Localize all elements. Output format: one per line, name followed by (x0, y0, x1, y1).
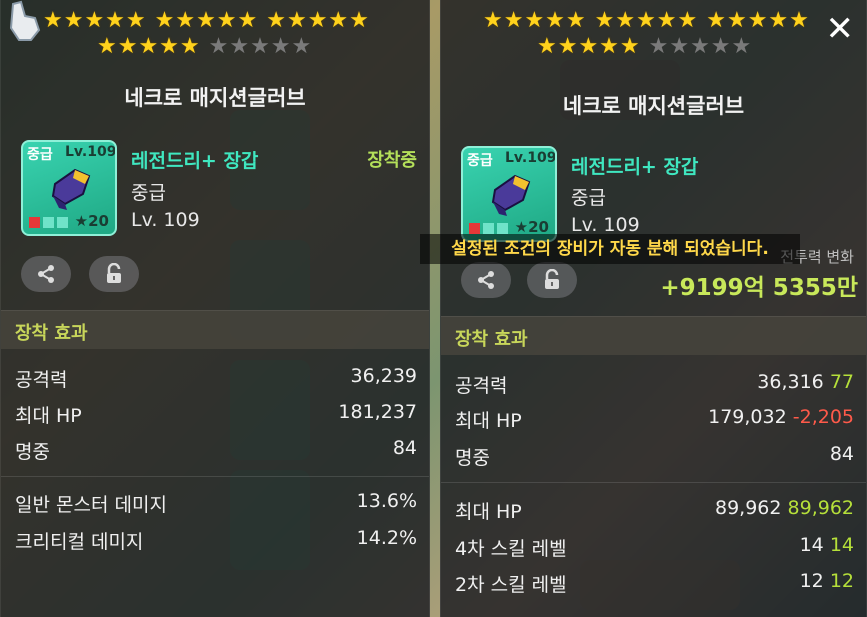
current-item-panel: ★★★★★ ★★★★★ ★★★★★ ★★★★★ ★★★★★ 네크로 매지션글러브… (0, 0, 430, 617)
stat-accuracy: 명중 84 (15, 437, 417, 463)
section-title: 장착 효과 (15, 323, 88, 344)
divider (441, 482, 866, 483)
item-level-tag: Lv.109 (65, 144, 117, 160)
compare-item-panel: ★★★★★ ★★★★★ ★★★★★ ★★★★★ ★★★★★ 네크로 매지션글러브… (440, 0, 867, 617)
section-title: 장착 효과 (455, 329, 528, 350)
divider (1, 476, 429, 477)
star-force-row-2: ★★★★★ ★★★★★ (97, 34, 313, 59)
stat-critical-damage: 크리티컬 데미지 14.2% (15, 527, 417, 553)
item-subgrade: 중급 (571, 187, 606, 209)
stat-2nd-skill-level: 2차 스킬 레벨 12 12 (455, 570, 854, 596)
pointer-hand-icon (5, 0, 45, 50)
unlock-icon (545, 269, 559, 289)
share-icon (38, 265, 54, 283)
stat-accuracy: 명중 84 (455, 443, 854, 469)
potential-indicators (469, 223, 508, 234)
equipped-badge: 장착중 (367, 150, 417, 171)
item-name: 네크로 매지션글러브 (562, 94, 745, 118)
stat-4th-skill-level: 4차 스킬 레벨 14 14 (455, 534, 854, 560)
stat-max-hp: 최대 HP 179,032 -2,205 (455, 406, 854, 432)
item-grade-tag: 중급 (27, 147, 53, 163)
required-level: Lv. 109 (131, 209, 200, 231)
glove-icon (491, 174, 531, 216)
share-button[interactable] (461, 262, 511, 298)
item-grade-tag: 중급 (467, 153, 493, 169)
item-icon[interactable]: 중급 Lv.109 ★20 (461, 146, 557, 242)
equip-effect-header: 장착 효과 (441, 316, 866, 355)
star-force-row-2: ★★★★★ ★★★★★ (537, 34, 753, 59)
item-name: 네크로 매지션글러브 (124, 86, 306, 110)
stat-bonus-max-hp: 최대 HP 89,962 89,962 (455, 497, 854, 523)
share-button[interactable] (21, 256, 71, 292)
star-force-badge: ★20 (74, 212, 109, 230)
item-rarity: 레전드리+ 장갑 (131, 150, 259, 172)
star-force-row-1: ★★★★★ ★★★★★ ★★★★★ (43, 8, 370, 33)
potential-indicators (29, 217, 68, 228)
close-icon[interactable]: ✕ (826, 12, 855, 46)
stat-attack: 공격력 36,239 (15, 365, 417, 391)
item-level-tag: Lv.109 (505, 150, 557, 166)
required-level: Lv. 109 (571, 214, 640, 236)
lock-button[interactable] (527, 262, 577, 298)
combat-power-change: +9199억 5355만 (660, 275, 858, 301)
star-force-row-1: ★★★★★ ★★★★★ ★★★★★ (483, 8, 810, 33)
item-subgrade: 중급 (131, 182, 166, 204)
item-rarity: 레전드리+ 장갑 (571, 156, 699, 178)
item-icon[interactable]: 중급 Lv.109 ★20 (21, 140, 117, 236)
share-icon (478, 271, 494, 289)
glove-icon (51, 168, 91, 210)
equip-effect-header: 장착 효과 (1, 310, 429, 349)
stat-attack: 공격력 36,316 77 (455, 371, 854, 397)
stat-max-hp: 최대 HP 181,237 (15, 401, 417, 427)
stat-normal-monster-damage: 일반 몬스터 데미지 13.6% (15, 490, 417, 516)
unlock-icon (107, 263, 121, 283)
lock-button[interactable] (89, 256, 139, 292)
auto-disassemble-notification: 설정된 조건의 장비가 자동 분해 되었습니다. (420, 234, 800, 264)
